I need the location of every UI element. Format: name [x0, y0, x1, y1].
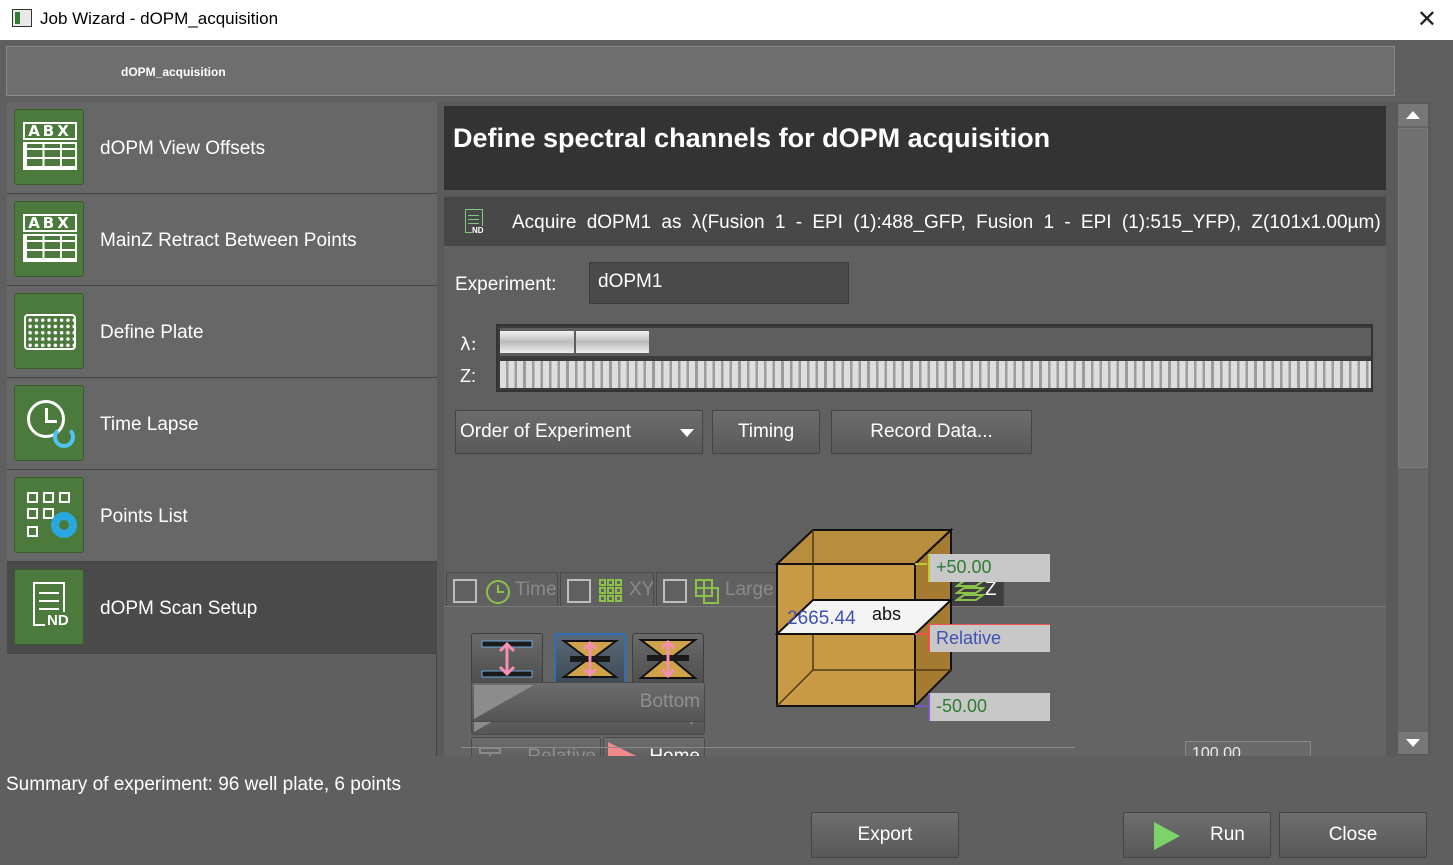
z-mode-symmetric-button[interactable] [554, 633, 626, 685]
top-bottom-range-icon [481, 640, 533, 678]
time-lapse-icon [14, 385, 84, 461]
breadcrumb-label: dOPM_acquisition [121, 65, 226, 79]
tab-time[interactable]: Time [446, 572, 558, 606]
sidebar: ABX dOPM View Offsets ABX MainZ Retract … [7, 102, 437, 756]
sidebar-item-label: Time Lapse [100, 414, 199, 435]
abx-table-icon: ABX [14, 109, 84, 185]
window-title: Job Wizard - dOPM_acquisition [40, 9, 279, 28]
large-image-checkbox[interactable] [663, 579, 687, 603]
scroll-down-button[interactable] [1398, 732, 1428, 754]
nd-document-icon: ND [14, 569, 84, 645]
chevron-down-icon [680, 429, 694, 437]
z-reference-field[interactable]: Relative [928, 624, 1050, 652]
well-plate-icon [14, 293, 84, 369]
sidebar-item-mainz-retract[interactable]: ABX MainZ Retract Between Points [7, 194, 437, 286]
play-icon [1154, 822, 1180, 850]
points-list-icon [14, 477, 84, 553]
scroll-up-button[interactable] [1398, 104, 1428, 126]
vertical-scrollbar[interactable] [1395, 102, 1431, 756]
sidebar-item-dopm-scan-setup[interactable]: ND dOPM Scan Setup [7, 562, 437, 654]
app-icon [12, 9, 32, 27]
sidebar-item-points-list[interactable]: Points List [7, 470, 437, 562]
z-mode-top-bottom-button[interactable] [471, 633, 543, 685]
timing-button[interactable]: Timing [712, 410, 820, 454]
tab-label: Time [515, 579, 557, 600]
z-mode-asymmetric-button[interactable] [632, 633, 704, 685]
lambda-z-overview [496, 324, 1373, 392]
order-of-experiment-dropdown[interactable]: Order of Experiment [455, 410, 703, 454]
home-arrow-icon [608, 742, 636, 756]
abs-label: abs [872, 604, 902, 624]
run-label: Run [1210, 824, 1245, 845]
xy-checkbox[interactable] [567, 579, 591, 603]
lambda-channel-segment[interactable] [500, 331, 574, 353]
asymmetric-range-icon [638, 639, 698, 679]
run-button[interactable]: Run [1123, 812, 1271, 858]
experiment-name-input[interactable]: dOPM1 [589, 262, 849, 304]
nd-document-icon: ND [465, 209, 484, 235]
sidebar-item-label: dOPM Scan Setup [100, 598, 258, 619]
sidebar-item-label: Points List [100, 506, 188, 527]
abx-table-icon: ABX [14, 201, 84, 277]
page-title: Define spectral channels for dOPM acquis… [453, 123, 1051, 153]
z-steps-bar [500, 361, 1371, 388]
sidebar-item-define-plate[interactable]: Define Plate [7, 286, 437, 378]
set-bottom-button[interactable]: Bottom [471, 682, 705, 722]
export-button[interactable]: Export [811, 812, 959, 858]
window-close-button[interactable]: ✕ [1417, 5, 1437, 33]
tab-xy[interactable]: XY [560, 572, 654, 606]
main-panel: Define spectral channels for dOPM acquis… [437, 102, 1395, 756]
scroll-thumb[interactable] [1398, 128, 1428, 468]
lambda-channel-bar [500, 328, 1371, 356]
page-heading: Define spectral channels for dOPM acquis… [444, 106, 1386, 190]
close-button[interactable]: Close [1279, 812, 1427, 858]
symmetric-range-icon [561, 640, 619, 678]
z-row-label: Z: [460, 366, 476, 386]
experiment-description: ND Acquire dOPM1 as λ(Fusion 1 - EPI (1)… [444, 196, 1386, 246]
sidebar-item-label: dOPM View Offsets [100, 138, 266, 159]
sidebar-item-dopm-view-offsets[interactable]: ABX dOPM View Offsets [7, 102, 437, 194]
title-bar: Job Wizard - dOPM_acquisition ✕ [0, 0, 1453, 40]
breadcrumb: dOPM_acquisition [6, 46, 1395, 96]
record-data-button[interactable]: Record Data... [831, 410, 1032, 454]
clock-icon [486, 580, 510, 604]
lambda-row-label: λ: [460, 334, 477, 355]
z-top-offset-field[interactable]: +50.00 [928, 554, 1050, 582]
grid-icon [599, 579, 622, 602]
large-image-icon [695, 579, 719, 604]
lambda-channel-segment[interactable] [576, 331, 649, 353]
sidebar-item-label: Define Plate [100, 322, 204, 343]
sidebar-item-time-lapse[interactable]: Time Lapse [7, 378, 437, 470]
range-value-partial[interactable]: 100.00 [1185, 741, 1311, 756]
tab-label: XY [629, 579, 655, 600]
description-text: Acquire dOPM1 as λ(Fusion 1 - EPI (1):48… [512, 212, 1381, 233]
center-position-value: 2665.44 [787, 608, 856, 629]
bottom-label: Bottom [639, 691, 700, 712]
time-checkbox[interactable] [453, 579, 477, 603]
z-bottom-offset-field[interactable]: -50.00 [928, 693, 1050, 721]
dropdown-label: Order of Experiment [460, 421, 632, 442]
experiment-label: Experiment: [455, 274, 557, 295]
sidebar-item-label: MainZ Retract Between Points [100, 230, 357, 251]
experiment-summary: Summary of experiment: 96 well plate, 6 … [6, 774, 401, 795]
